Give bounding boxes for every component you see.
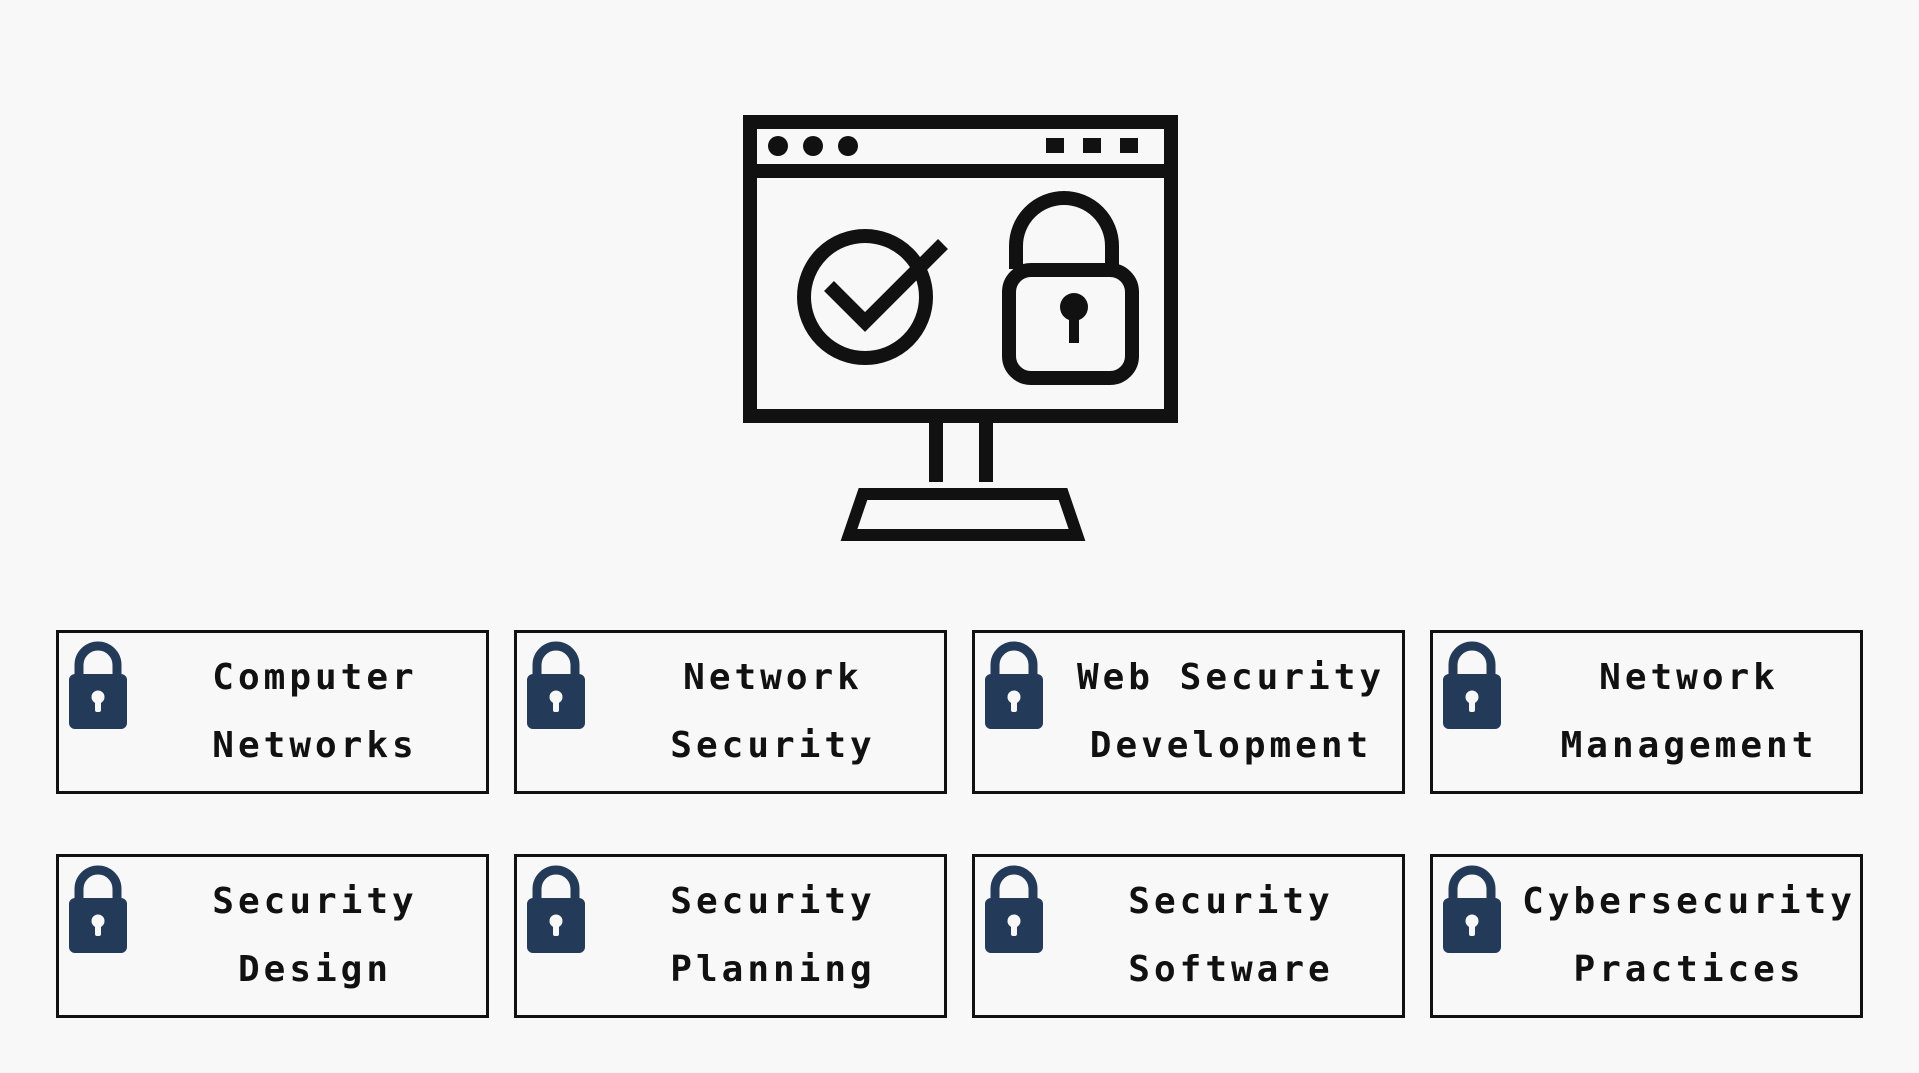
topic-card-line-2: Software — [1128, 949, 1334, 990]
topic-card-line-2: Planning — [670, 949, 876, 990]
topic-card-grid: Computer Networks Network Security Web S… — [56, 630, 1864, 1020]
topic-card: Security Software — [972, 854, 1405, 1018]
topic-card-line-1: Network — [1599, 657, 1779, 698]
topic-card-line-2: Development — [1089, 725, 1373, 766]
padlock-icon — [1002, 191, 1139, 385]
topic-card: Network Management — [1430, 630, 1863, 794]
topic-card-label: Security Planning — [612, 857, 934, 1015]
padlock-icon — [985, 641, 1043, 729]
topic-card-line-1: Security — [670, 881, 876, 922]
checkmark-circle-icon — [797, 229, 948, 365]
topic-card-line-2: Management — [1560, 725, 1818, 766]
topic-card-label: Web Security Development — [1070, 633, 1392, 791]
topic-card-line-1: Computer — [212, 657, 418, 698]
window-control-icon — [1120, 138, 1138, 153]
topic-card-line-1: Security — [1128, 881, 1334, 922]
topic-card-line-1: Network — [683, 657, 863, 698]
topic-card: Cybersecurity Practices — [1430, 854, 1863, 1018]
topic-card-label: Security Software — [1070, 857, 1392, 1015]
padlock-icon — [1443, 641, 1501, 729]
topic-card-label: Computer Networks — [154, 633, 476, 791]
topic-card-label: Cybersecurity Practices — [1522, 857, 1852, 1015]
topic-card: Computer Networks — [56, 630, 489, 794]
topic-card-line-1: Web Security — [1076, 657, 1386, 698]
monitor-stand — [840, 420, 1086, 541]
topic-card: Security Design — [56, 854, 489, 1018]
topic-card-label: Network Management — [1528, 633, 1850, 791]
topic-card-line-1: Cybersecurity — [1522, 881, 1856, 922]
padlock-icon — [69, 641, 127, 729]
padlock-icon — [1443, 865, 1501, 953]
topic-card-label: Security Design — [154, 857, 476, 1015]
window-control-icon — [1083, 138, 1101, 153]
topic-card-line-2: Networks — [212, 725, 418, 766]
topic-card-line-2: Design — [237, 949, 393, 990]
window-dot-icon — [838, 136, 858, 156]
topic-card-line-1: Security — [212, 881, 418, 922]
padlock-icon — [69, 865, 127, 953]
padlock-icon — [527, 641, 585, 729]
window-dot-icon — [768, 136, 788, 156]
topic-card: Security Planning — [514, 854, 947, 1018]
window-dot-icon — [803, 136, 823, 156]
padlock-icon — [985, 865, 1043, 953]
topic-card-line-2: Practices — [1573, 949, 1805, 990]
topic-card-label: Network Security — [612, 633, 934, 791]
topic-card: Network Security — [514, 630, 947, 794]
padlock-icon — [527, 865, 585, 953]
secure-computer-icon — [743, 115, 1178, 541]
window-control-icon — [1046, 138, 1064, 153]
topic-card-line-2: Security — [670, 725, 876, 766]
topic-card: Web Security Development — [972, 630, 1405, 794]
